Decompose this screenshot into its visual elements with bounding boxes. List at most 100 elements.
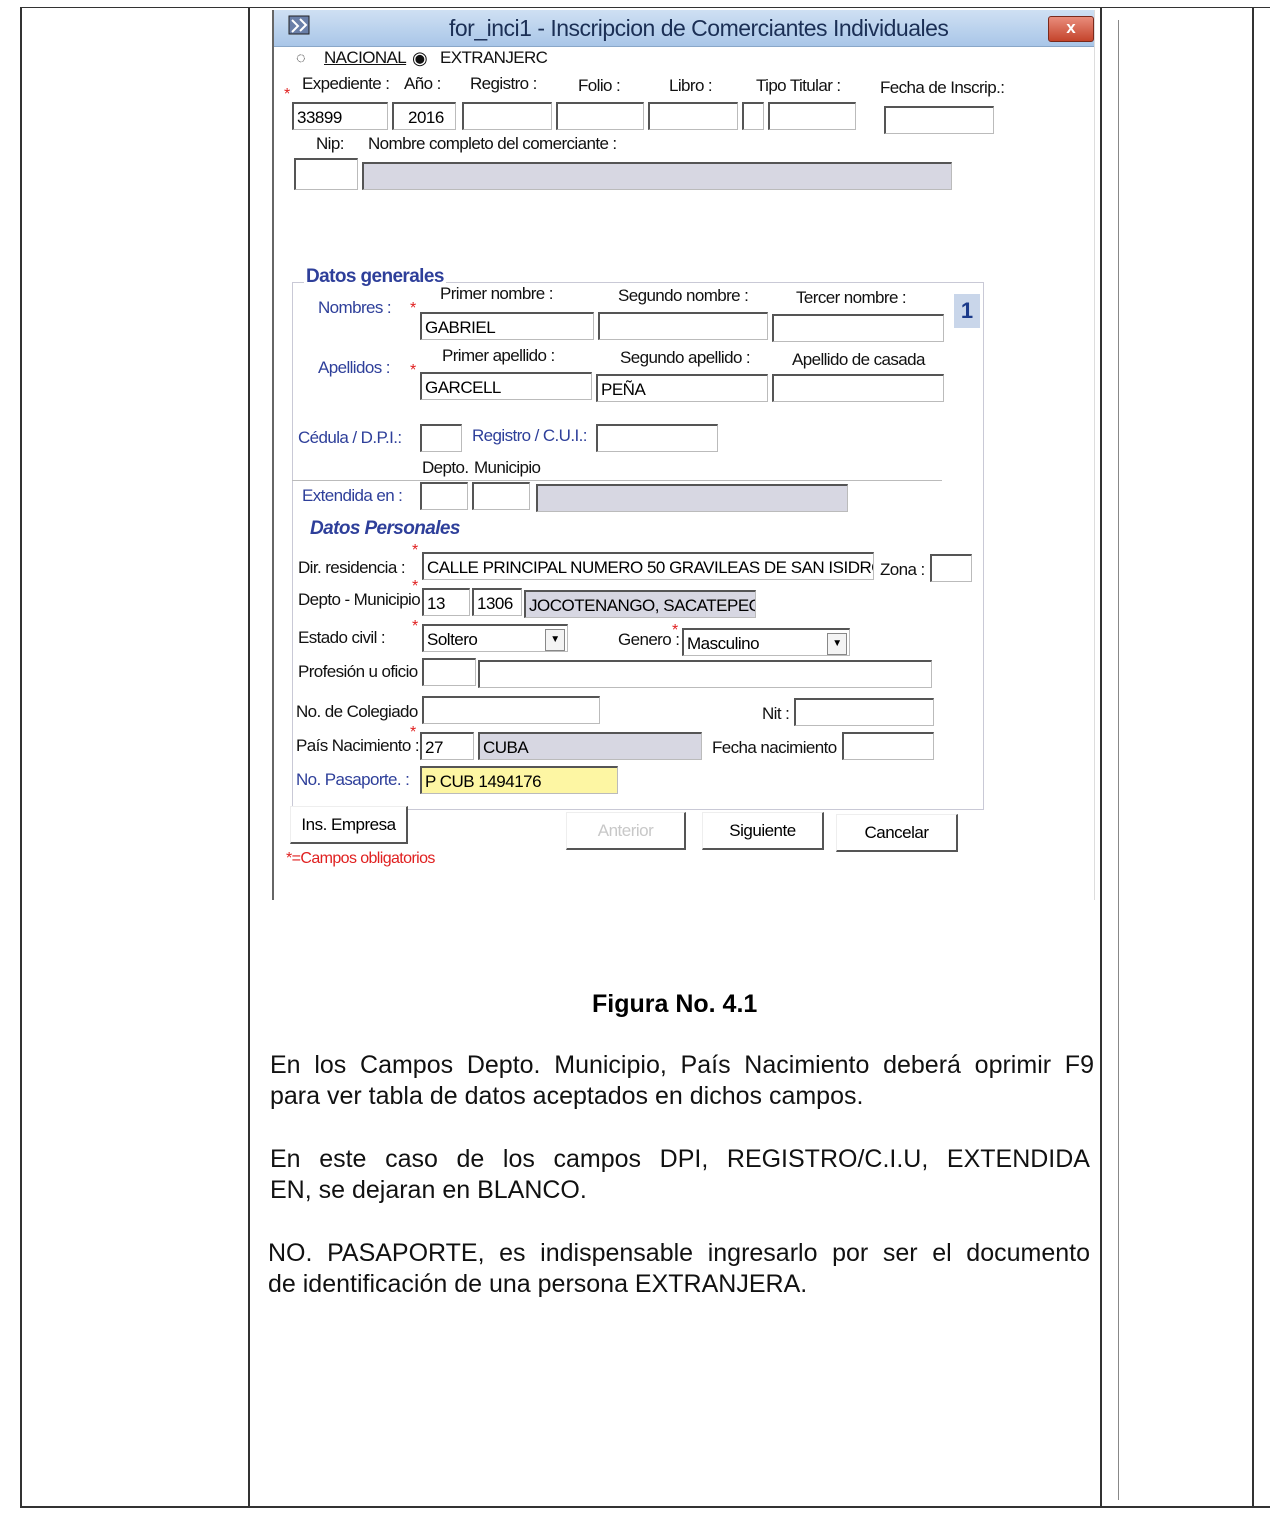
window-title: for_inci1 - Inscripcion de Comerciantes …: [449, 15, 949, 41]
nombres-label: Nombres :: [318, 298, 392, 317]
municipio-field[interactable]: 1306: [472, 588, 522, 616]
primer-apellido-field[interactable]: GARCELL: [420, 372, 592, 400]
libro-label: Libro :: [669, 76, 713, 95]
extendida-label: Extendida en :: [302, 486, 403, 505]
depto-field[interactable]: 13: [422, 588, 470, 616]
table-bottom-border: [20, 1506, 1270, 1508]
radio-nacional-label[interactable]: NACIONAL: [324, 48, 407, 68]
folio-field[interactable]: [556, 102, 644, 130]
pais-code-field[interactable]: 27: [420, 732, 474, 760]
expediente-label: Expediente :: [302, 74, 390, 93]
pais-nacimiento-label: País Nacimiento :: [296, 736, 420, 755]
radio-extranjero-icon[interactable]: ◉: [412, 48, 428, 69]
registro-cui-label: Registro / C.U.I.:: [472, 426, 587, 445]
libro-field[interactable]: [648, 102, 738, 130]
extendida-name-field: [536, 484, 848, 512]
required-marker: *: [410, 300, 417, 317]
anterior-button[interactable]: Anterior: [566, 812, 686, 850]
primer-apellido-label: Primer apellido :: [442, 346, 555, 365]
paragraph-2-line-2: EN, se dejaran en BLANCO.: [270, 1176, 587, 1204]
primer-nombre-label: Primer nombre :: [440, 284, 553, 303]
required-marker: *: [410, 724, 417, 741]
registro-label: Registro :: [470, 74, 537, 93]
fecha-inscrip-label: Fecha de Inscrip.:: [880, 78, 1005, 97]
segundo-apellido-field[interactable]: PEÑA: [596, 374, 768, 402]
tipo-titular-field-2[interactable]: [768, 102, 856, 130]
required-fields-note: *=Campos obligatorios: [286, 850, 435, 867]
registro-cui-field[interactable]: [596, 424, 718, 452]
cedula-field[interactable]: [420, 424, 462, 452]
required-marker: *: [412, 542, 419, 559]
dir-residencia-label: Dir. residencia :: [298, 558, 406, 577]
chevron-down-icon[interactable]: ▼: [827, 633, 847, 655]
estado-civil-select[interactable]: Soltero ▼: [422, 624, 568, 652]
radio-extranjero-label[interactable]: EXTRANJERC: [440, 48, 548, 68]
apellido-casada-field[interactable]: [772, 374, 944, 402]
nit-label: Nit :: [762, 704, 790, 723]
profesion-name-field[interactable]: [478, 660, 932, 688]
nip-label: Nip:: [316, 134, 344, 153]
colegiado-label: No. de Colegiado :: [296, 702, 427, 721]
cancelar-button[interactable]: Cancelar: [836, 814, 958, 852]
paragraph-3: NO. PASAPORTE, es indispensable ingresar…: [268, 1238, 1090, 1300]
tercer-nombre-field[interactable]: [772, 314, 944, 342]
segundo-nombre-field[interactable]: [598, 312, 768, 340]
genero-value: Masculino: [687, 634, 760, 653]
nit-field[interactable]: [794, 698, 934, 726]
fecha-nacimiento-field[interactable]: [842, 732, 934, 760]
close-icon: x: [1066, 18, 1076, 37]
anio-field[interactable]: 2016: [392, 102, 456, 130]
registro-field[interactable]: [462, 102, 552, 130]
paragraph-2: En este caso de los campos DPI, REGISTRO…: [270, 1144, 1090, 1206]
table-top-border: [20, 7, 1270, 8]
fecha-nacimiento-label: Fecha nacimiento :: [712, 738, 845, 757]
dir-residencia-field[interactable]: CALLE PRINCIPAL NUMERO 50 GRAVILEAS DE S…: [422, 552, 874, 580]
paragraph-1: En los Campos Depto. Municipio, País Nac…: [270, 1050, 1094, 1112]
colegiado-field[interactable]: [422, 696, 600, 724]
radio-nacional-icon[interactable]: ◌: [296, 50, 306, 68]
depto-label: Depto.: [422, 458, 469, 477]
app-icon: [288, 15, 310, 35]
tipo-titular-field-1[interactable]: [742, 102, 764, 130]
figure-caption: Figura No. 4.1: [592, 990, 758, 1018]
title-bar[interactable]: for_inci1 - Inscripcion de Comerciantes …: [274, 10, 1094, 47]
apellidos-label: Apellidos :: [318, 358, 390, 377]
required-marker: *: [412, 618, 419, 635]
municipio-label: Municipio: [474, 458, 541, 477]
anio-label: Año :: [404, 74, 441, 93]
expediente-field[interactable]: 33899: [292, 102, 388, 130]
depto-municipio-label: Depto - Municipio :: [298, 590, 429, 609]
fecha-inscrip-field[interactable]: [884, 106, 994, 134]
inner-divider: [1118, 20, 1119, 1500]
municipio-name-field: JOCOTENANGO, SACATEPEQU: [524, 590, 756, 618]
required-marker: *: [412, 578, 419, 595]
paragraph-1-line-1: En los Campos Depto. Municipio, País Nac…: [270, 1051, 1094, 1079]
paragraph-1-line-2: para ver tabla de datos aceptados en dic…: [270, 1082, 864, 1110]
profesion-label: Profesión u oficio :: [298, 662, 426, 681]
genero-select[interactable]: Masculino ▼: [682, 628, 850, 656]
zona-field[interactable]: [930, 554, 972, 582]
paragraph-3-line-2: de identificación de una persona EXTRANJ…: [268, 1270, 808, 1298]
primer-nombre-field[interactable]: GABRIEL: [420, 312, 594, 340]
segundo-nombre-label: Segundo nombre :: [618, 286, 749, 305]
extendida-depto-field[interactable]: [420, 482, 468, 510]
profesion-code-field[interactable]: [422, 658, 476, 686]
pasaporte-field[interactable]: P CUB 1494176: [420, 766, 618, 794]
datos-generales-title: Datos generales: [304, 266, 446, 288]
separator-line: [292, 480, 942, 481]
chevron-down-icon[interactable]: ▼: [545, 629, 565, 651]
nip-field[interactable]: [294, 158, 358, 190]
paragraph-3-line-1: NO. PASAPORTE, es indispensable ingresar…: [268, 1239, 1090, 1267]
apellido-casada-label: Apellido de casada: [792, 350, 925, 369]
record-number-tab[interactable]: 1: [954, 294, 980, 328]
pasaporte-label: No. Pasaporte. :: [296, 770, 410, 789]
pais-name-field: CUBA: [478, 732, 702, 760]
paragraph-2-line-1: En este caso de los campos DPI, REGISTRO…: [270, 1145, 1090, 1173]
close-button[interactable]: x: [1048, 16, 1094, 42]
ins-empresa-button[interactable]: Ins. Empresa: [290, 806, 408, 844]
nombre-completo-label: Nombre completo del comerciante :: [368, 134, 617, 153]
nombre-completo-field: [362, 162, 952, 190]
segundo-apellido-label: Segundo apellido :: [620, 348, 751, 367]
siguiente-button[interactable]: Siguiente: [702, 812, 824, 850]
extendida-municipio-field[interactable]: [472, 482, 530, 510]
